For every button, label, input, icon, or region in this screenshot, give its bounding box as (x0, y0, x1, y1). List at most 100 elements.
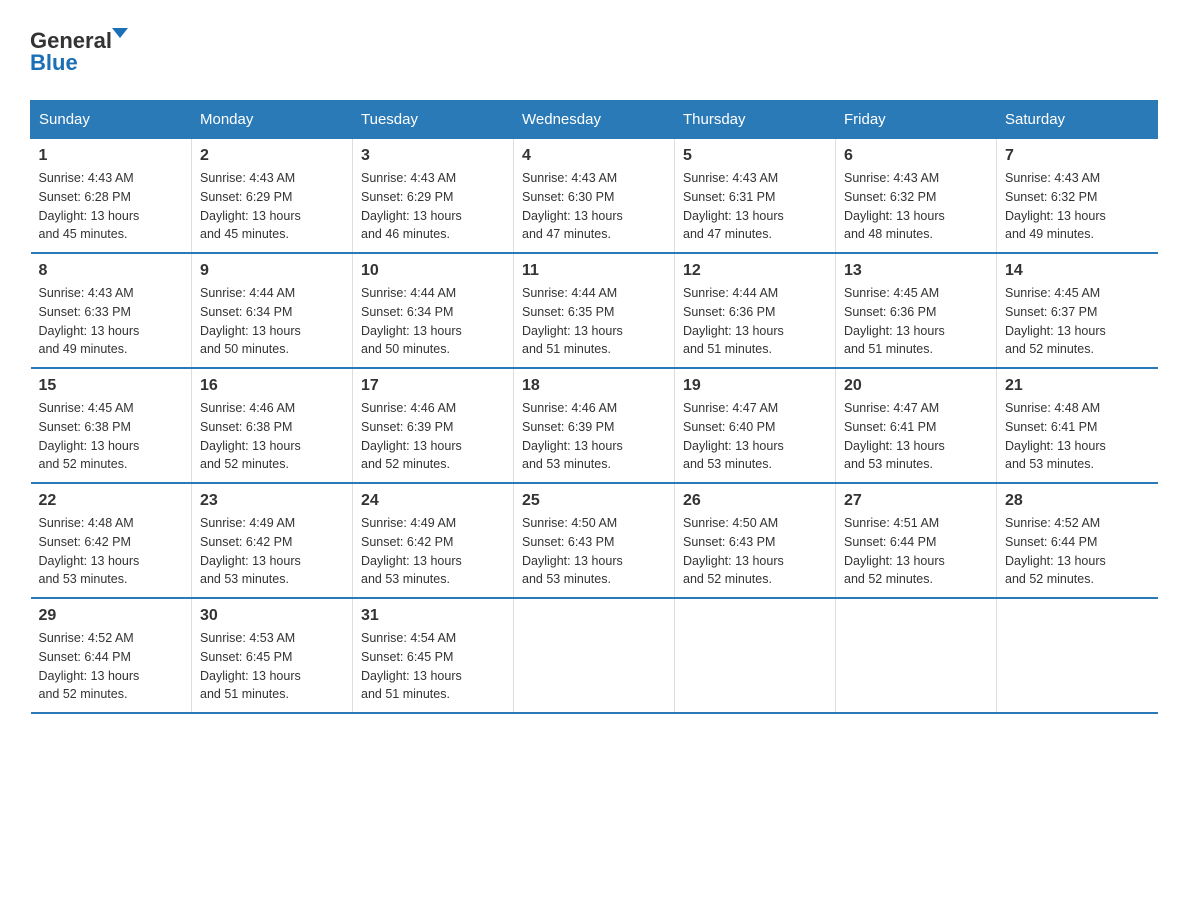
calendar-cell: 12 Sunrise: 4:44 AM Sunset: 6:36 PM Dayl… (675, 253, 836, 368)
day-info: Sunrise: 4:45 AM Sunset: 6:37 PM Dayligh… (1005, 284, 1150, 359)
calendar-cell (675, 598, 836, 713)
day-info: Sunrise: 4:44 AM Sunset: 6:36 PM Dayligh… (683, 284, 827, 359)
calendar-cell: 27 Sunrise: 4:51 AM Sunset: 6:44 PM Dayl… (836, 483, 997, 598)
day-number: 14 (1005, 262, 1150, 280)
calendar-cell: 7 Sunrise: 4:43 AM Sunset: 6:32 PM Dayli… (997, 139, 1158, 254)
day-number: 11 (522, 262, 666, 280)
calendar-table: SundayMondayTuesdayWednesdayThursdayFrid… (30, 100, 1158, 714)
calendar-cell (997, 598, 1158, 713)
day-number: 2 (200, 147, 344, 165)
calendar-week-5: 29 Sunrise: 4:52 AM Sunset: 6:44 PM Dayl… (31, 598, 1158, 713)
calendar-cell: 8 Sunrise: 4:43 AM Sunset: 6:33 PM Dayli… (31, 253, 192, 368)
day-info: Sunrise: 4:44 AM Sunset: 6:34 PM Dayligh… (361, 284, 505, 359)
day-number: 9 (200, 262, 344, 280)
day-number: 31 (361, 607, 505, 625)
day-number: 5 (683, 147, 827, 165)
day-number: 20 (844, 377, 988, 395)
day-info: Sunrise: 4:43 AM Sunset: 6:30 PM Dayligh… (522, 169, 666, 244)
day-number: 18 (522, 377, 666, 395)
day-number: 6 (844, 147, 988, 165)
day-info: Sunrise: 4:48 AM Sunset: 6:42 PM Dayligh… (39, 514, 184, 589)
day-info: Sunrise: 4:43 AM Sunset: 6:33 PM Dayligh… (39, 284, 184, 359)
day-info: Sunrise: 4:48 AM Sunset: 6:41 PM Dayligh… (1005, 399, 1150, 474)
day-info: Sunrise: 4:43 AM Sunset: 6:29 PM Dayligh… (361, 169, 505, 244)
day-info: Sunrise: 4:50 AM Sunset: 6:43 PM Dayligh… (683, 514, 827, 589)
day-number: 23 (200, 492, 344, 510)
page-header: General Blue (30, 20, 1158, 80)
calendar-cell: 18 Sunrise: 4:46 AM Sunset: 6:39 PM Dayl… (514, 368, 675, 483)
day-number: 4 (522, 147, 666, 165)
day-info: Sunrise: 4:43 AM Sunset: 6:32 PM Dayligh… (1005, 169, 1150, 244)
day-info: Sunrise: 4:45 AM Sunset: 6:38 PM Dayligh… (39, 399, 184, 474)
day-number: 8 (39, 262, 184, 280)
day-number: 28 (1005, 492, 1150, 510)
calendar-cell: 2 Sunrise: 4:43 AM Sunset: 6:29 PM Dayli… (192, 139, 353, 254)
day-info: Sunrise: 4:45 AM Sunset: 6:36 PM Dayligh… (844, 284, 988, 359)
column-header-tuesday: Tuesday (353, 101, 514, 139)
day-number: 1 (39, 147, 184, 165)
calendar-cell: 11 Sunrise: 4:44 AM Sunset: 6:35 PM Dayl… (514, 253, 675, 368)
day-number: 21 (1005, 377, 1150, 395)
calendar-week-4: 22 Sunrise: 4:48 AM Sunset: 6:42 PM Dayl… (31, 483, 1158, 598)
day-number: 12 (683, 262, 827, 280)
calendar-cell: 15 Sunrise: 4:45 AM Sunset: 6:38 PM Dayl… (31, 368, 192, 483)
day-number: 3 (361, 147, 505, 165)
column-header-friday: Friday (836, 101, 997, 139)
calendar-week-1: 1 Sunrise: 4:43 AM Sunset: 6:28 PM Dayli… (31, 139, 1158, 254)
column-header-sunday: Sunday (31, 101, 192, 139)
day-info: Sunrise: 4:47 AM Sunset: 6:40 PM Dayligh… (683, 399, 827, 474)
day-info: Sunrise: 4:53 AM Sunset: 6:45 PM Dayligh… (200, 629, 344, 704)
calendar-cell: 1 Sunrise: 4:43 AM Sunset: 6:28 PM Dayli… (31, 139, 192, 254)
day-number: 19 (683, 377, 827, 395)
column-header-saturday: Saturday (997, 101, 1158, 139)
day-info: Sunrise: 4:43 AM Sunset: 6:28 PM Dayligh… (39, 169, 184, 244)
day-number: 10 (361, 262, 505, 280)
calendar-cell: 28 Sunrise: 4:52 AM Sunset: 6:44 PM Dayl… (997, 483, 1158, 598)
day-info: Sunrise: 4:46 AM Sunset: 6:38 PM Dayligh… (200, 399, 344, 474)
calendar-cell: 6 Sunrise: 4:43 AM Sunset: 6:32 PM Dayli… (836, 139, 997, 254)
calendar-cell: 22 Sunrise: 4:48 AM Sunset: 6:42 PM Dayl… (31, 483, 192, 598)
calendar-cell: 26 Sunrise: 4:50 AM Sunset: 6:43 PM Dayl… (675, 483, 836, 598)
day-info: Sunrise: 4:43 AM Sunset: 6:29 PM Dayligh… (200, 169, 344, 244)
calendar-cell: 20 Sunrise: 4:47 AM Sunset: 6:41 PM Dayl… (836, 368, 997, 483)
day-info: Sunrise: 4:54 AM Sunset: 6:45 PM Dayligh… (361, 629, 505, 704)
day-info: Sunrise: 4:44 AM Sunset: 6:35 PM Dayligh… (522, 284, 666, 359)
day-info: Sunrise: 4:50 AM Sunset: 6:43 PM Dayligh… (522, 514, 666, 589)
day-info: Sunrise: 4:49 AM Sunset: 6:42 PM Dayligh… (361, 514, 505, 589)
calendar-cell (836, 598, 997, 713)
day-number: 25 (522, 492, 666, 510)
day-number: 15 (39, 377, 184, 395)
column-header-thursday: Thursday (675, 101, 836, 139)
logo: General Blue (30, 20, 150, 80)
calendar-cell: 5 Sunrise: 4:43 AM Sunset: 6:31 PM Dayli… (675, 139, 836, 254)
day-info: Sunrise: 4:51 AM Sunset: 6:44 PM Dayligh… (844, 514, 988, 589)
calendar-cell: 25 Sunrise: 4:50 AM Sunset: 6:43 PM Dayl… (514, 483, 675, 598)
day-info: Sunrise: 4:44 AM Sunset: 6:34 PM Dayligh… (200, 284, 344, 359)
calendar-cell: 31 Sunrise: 4:54 AM Sunset: 6:45 PM Dayl… (353, 598, 514, 713)
calendar-cell: 9 Sunrise: 4:44 AM Sunset: 6:34 PM Dayli… (192, 253, 353, 368)
calendar-cell: 3 Sunrise: 4:43 AM Sunset: 6:29 PM Dayli… (353, 139, 514, 254)
calendar-cell: 29 Sunrise: 4:52 AM Sunset: 6:44 PM Dayl… (31, 598, 192, 713)
column-header-monday: Monday (192, 101, 353, 139)
day-info: Sunrise: 4:46 AM Sunset: 6:39 PM Dayligh… (522, 399, 666, 474)
logo-text: General Blue (30, 20, 150, 80)
day-number: 29 (39, 607, 184, 625)
calendar-cell: 24 Sunrise: 4:49 AM Sunset: 6:42 PM Dayl… (353, 483, 514, 598)
calendar-cell: 19 Sunrise: 4:47 AM Sunset: 6:40 PM Dayl… (675, 368, 836, 483)
calendar-cell: 13 Sunrise: 4:45 AM Sunset: 6:36 PM Dayl… (836, 253, 997, 368)
day-info: Sunrise: 4:43 AM Sunset: 6:31 PM Dayligh… (683, 169, 827, 244)
day-number: 17 (361, 377, 505, 395)
calendar-cell: 4 Sunrise: 4:43 AM Sunset: 6:30 PM Dayli… (514, 139, 675, 254)
day-number: 30 (200, 607, 344, 625)
day-info: Sunrise: 4:52 AM Sunset: 6:44 PM Dayligh… (39, 629, 184, 704)
column-header-wednesday: Wednesday (514, 101, 675, 139)
day-info: Sunrise: 4:43 AM Sunset: 6:32 PM Dayligh… (844, 169, 988, 244)
day-number: 27 (844, 492, 988, 510)
calendar-cell: 21 Sunrise: 4:48 AM Sunset: 6:41 PM Dayl… (997, 368, 1158, 483)
day-number: 24 (361, 492, 505, 510)
calendar-cell (514, 598, 675, 713)
day-number: 13 (844, 262, 988, 280)
day-info: Sunrise: 4:47 AM Sunset: 6:41 PM Dayligh… (844, 399, 988, 474)
day-number: 22 (39, 492, 184, 510)
calendar-cell: 10 Sunrise: 4:44 AM Sunset: 6:34 PM Dayl… (353, 253, 514, 368)
